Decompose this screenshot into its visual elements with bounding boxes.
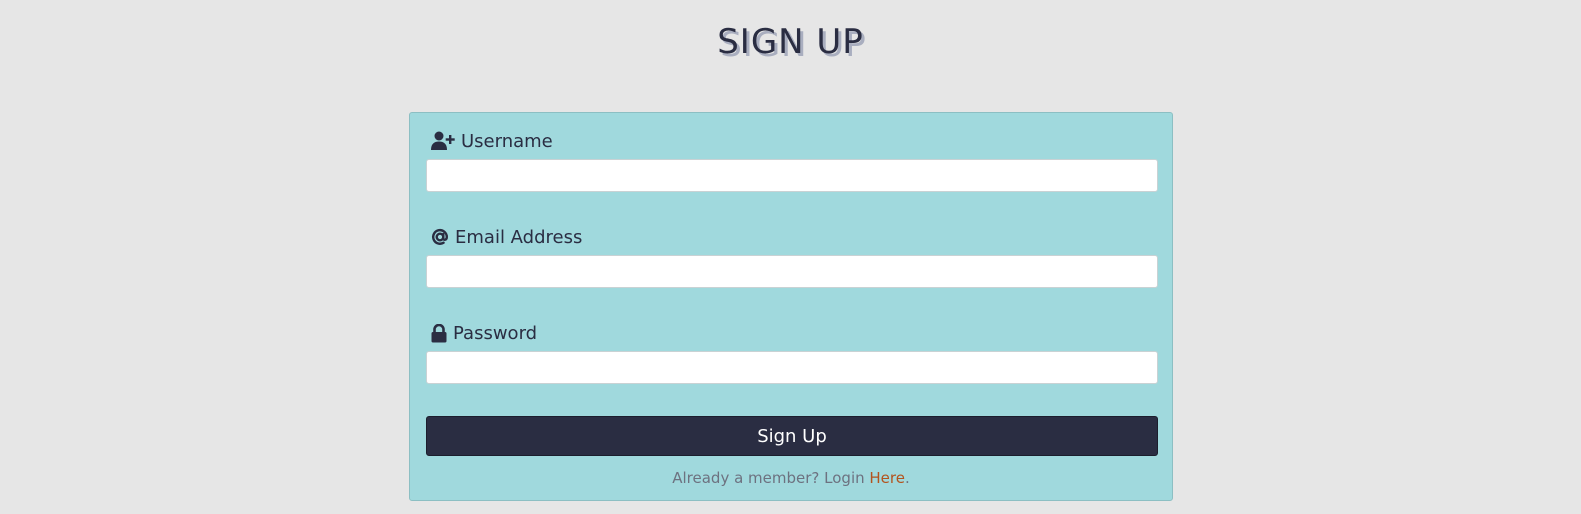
username-label: Username [426,127,1158,155]
at-sign-icon [431,228,449,246]
username-field-group: Username [426,127,1158,192]
login-prompt-text: Already a member? Login [672,469,870,487]
login-here-link[interactable]: Here [869,469,905,487]
lock-icon [431,323,447,343]
user-plus-icon [431,131,455,151]
username-label-text: Username [461,130,553,152]
login-prompt: Already a member? Login Here. [410,469,1172,487]
password-input[interactable] [426,351,1158,384]
email-label-text: Email Address [455,226,583,248]
email-field-group: Email Address [426,223,1158,288]
username-input[interactable] [426,159,1158,192]
signup-card: Username Email Address Password Sign Up … [409,112,1173,501]
email-input[interactable] [426,255,1158,288]
login-prompt-suffix: . [904,469,910,487]
sign-up-button[interactable]: Sign Up [426,416,1158,456]
page-title: SIGN UP [717,22,864,62]
password-label-text: Password [453,322,538,344]
password-field-group: Password [426,319,1158,384]
email-label: Email Address [426,223,1158,251]
password-label: Password [426,319,1158,347]
